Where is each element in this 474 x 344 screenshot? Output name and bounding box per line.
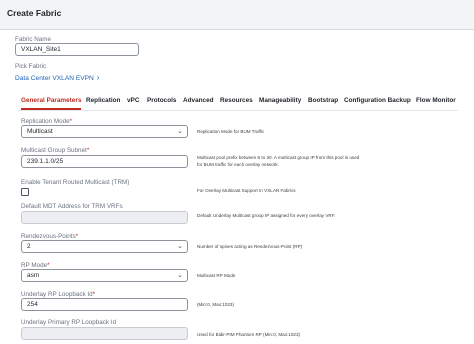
multicast-subnet-label: Multicast Group Subnet* — [21, 147, 90, 154]
pick-fabric-link[interactable]: Data Center VXLAN EVPN › — [15, 73, 99, 82]
rendezvous-points-help: Number of spines acting as Rendezvous-Po… — [197, 244, 303, 249]
fabric-name-label: Fabric Name — [15, 36, 52, 43]
chevron-down-icon: ⌄ — [177, 128, 183, 135]
underlay-rp-loopback-label: Underlay RP Loopback Id* — [21, 291, 96, 298]
mdt-address-input[interactable] — [21, 211, 188, 224]
trm-label: Enable Tenant Routed Multicast (TRM) — [21, 179, 130, 186]
underlay-rp-loopback-help: (Min:0, Max:1023) — [197, 302, 235, 307]
tab-replication[interactable]: Replication — [86, 97, 120, 104]
underlay-primary-rp-loopback-help: Used for Bidir-PIM Phantom RP (Min:0, Ma… — [197, 332, 301, 337]
fabric-name-input[interactable]: VXLAN_Site1 — [15, 43, 139, 56]
mdt-address-help: Default Underlay Multicast group IP assi… — [197, 213, 336, 218]
dialog-header: Create Fabric — [0, 0, 474, 30]
rendezvous-points-label: Rendezvous-Points* — [21, 233, 79, 240]
rp-mode-label: RP Mode* — [21, 262, 50, 269]
rp-mode-select[interactable]: asm ⌄ — [21, 269, 188, 282]
replication-mode-label: Replication Mode* — [21, 118, 73, 125]
tab-general-parameters[interactable]: General Parameters — [21, 97, 81, 104]
replication-mode-help: Replication Mode for BUM Traffic — [197, 129, 265, 134]
underlay-primary-rp-loopback-input[interactable] — [21, 327, 188, 340]
tab-resources[interactable]: Resources — [220, 97, 253, 104]
tab-protocols[interactable]: Protocols — [147, 97, 176, 104]
trm-checkbox[interactable] — [21, 188, 29, 196]
rendezvous-points-value: 2 — [27, 243, 31, 250]
page-title: Create Fabric — [7, 8, 62, 18]
rp-mode-help: Multicast RP Mode — [197, 273, 236, 278]
pick-fabric-label: Pick Fabric — [15, 63, 47, 70]
rendezvous-points-select[interactable]: 2 ⌄ — [21, 240, 188, 253]
underlay-primary-rp-loopback-label: Underlay Primary RP Loopback Id — [21, 319, 117, 326]
tab-flow-monitor[interactable]: Flow Monitor — [416, 97, 456, 104]
underlay-rp-loopback-input[interactable]: 254 — [21, 298, 188, 311]
trm-help: For Overlay Multicast Support In VXLAN F… — [197, 188, 296, 193]
pick-fabric-link-text[interactable]: Data Center VXLAN EVPN — [15, 75, 94, 82]
rp-mode-value: asm — [27, 272, 40, 279]
mdt-address-label: Default MDT Address for TRM VRFs — [21, 203, 123, 210]
multicast-subnet-help: Multicast pool prefix between 8 to 30. A… — [197, 155, 360, 167]
multicast-subnet-input[interactable]: 239.1.1.0/25 — [21, 155, 188, 168]
tab-manageability[interactable]: Manageability — [259, 97, 301, 104]
chevron-down-icon: ⌄ — [177, 272, 183, 279]
chevron-down-icon: ⌄ — [177, 243, 183, 250]
tab-advanced[interactable]: Advanced — [183, 97, 214, 104]
replication-mode-value: Multicast — [27, 128, 53, 135]
chevron-right-icon: › — [96, 73, 100, 82]
tab-bootstrap[interactable]: Bootstrap — [308, 97, 338, 104]
tab-vpc[interactable]: vPC — [127, 97, 139, 104]
tab-divider — [18, 110, 458, 111]
replication-mode-select[interactable]: Multicast ⌄ — [21, 125, 188, 138]
tab-configuration-backup[interactable]: Configuration Backup — [344, 97, 411, 104]
